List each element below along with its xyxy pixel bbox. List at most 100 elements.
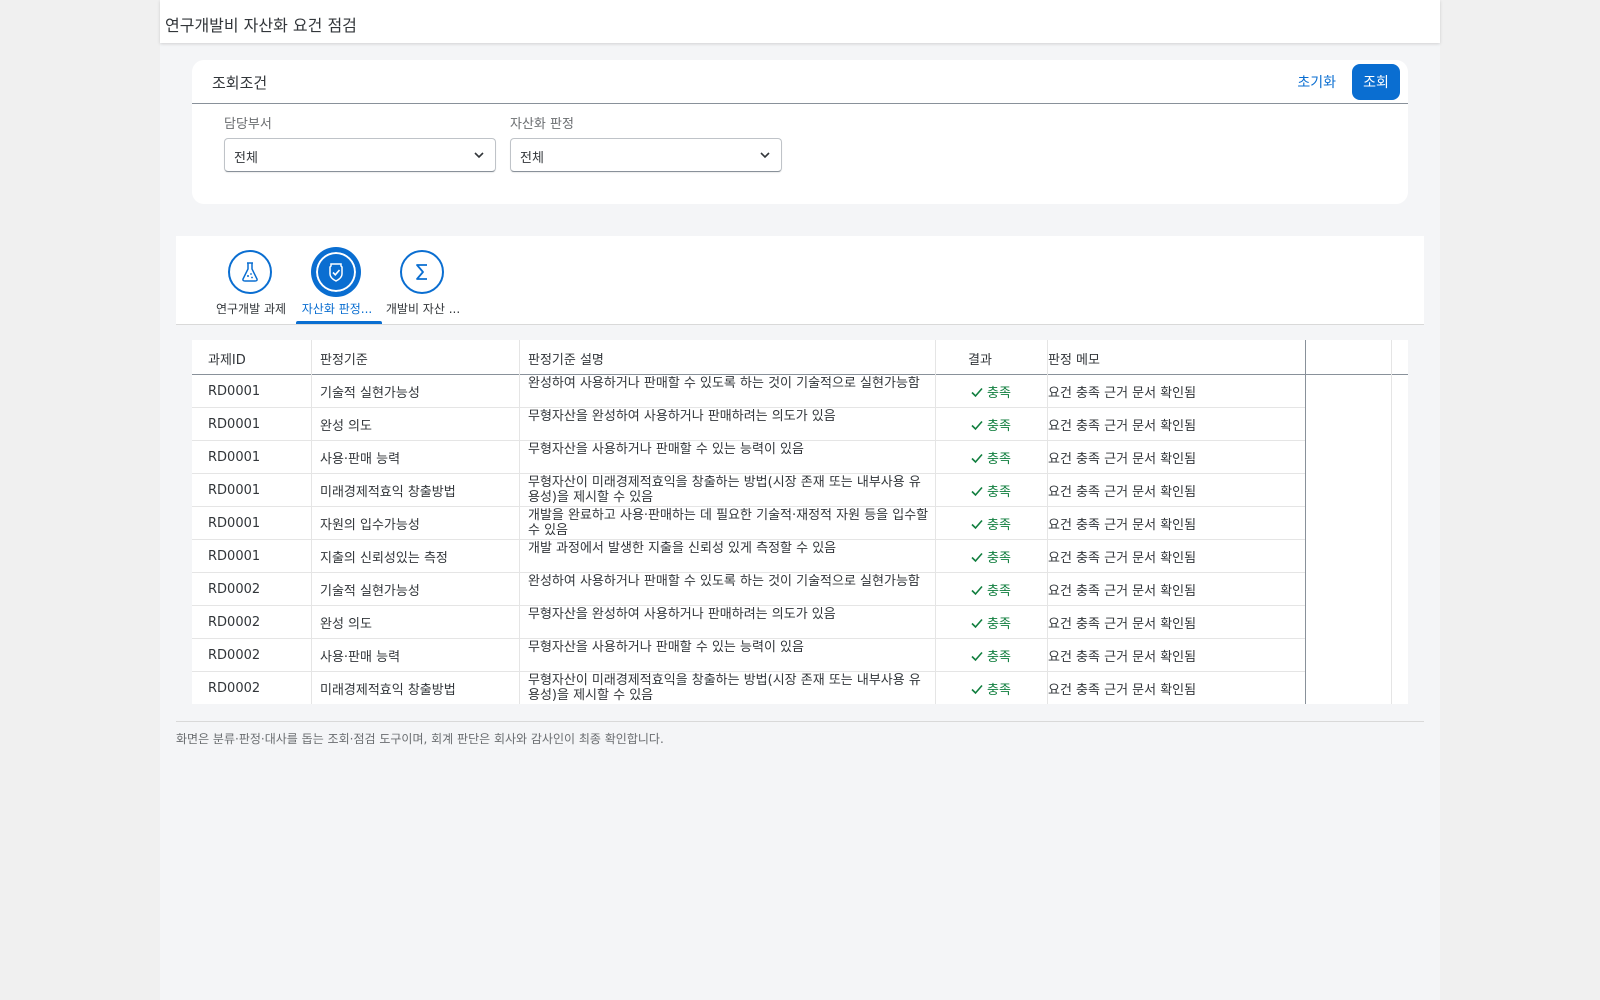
tab-development-assets[interactable]: 개발비 자산 ... <box>380 236 466 324</box>
cell-result: 충족 <box>970 382 1011 401</box>
cell-criterion: 자원의 입수가능성 <box>320 518 420 533</box>
cell-memo: 요건 충족 근거 문서 확인됨 <box>1048 617 1197 632</box>
result-text: 충족 <box>987 419 1011 434</box>
cell-memo: 요건 충족 근거 문서 확인됨 <box>1048 386 1197 401</box>
result-text: 충족 <box>987 485 1011 500</box>
column-header-criterion[interactable]: 판정기준 <box>320 349 368 368</box>
cell-result: 충족 <box>970 514 1011 533</box>
tab-label: 개발비 자산 ... <box>385 302 461 316</box>
cell-result: 충족 <box>970 547 1011 566</box>
tab-label: 자산화 판정... <box>301 302 373 316</box>
cell-description: 무형자산을 완성하여 사용하거나 판매하려는 의도가 있음 <box>528 607 836 622</box>
column-divider <box>1047 340 1048 704</box>
cell-criterion: 사용·판매 능력 <box>320 452 401 467</box>
cell-memo: 요건 충족 근거 문서 확인됨 <box>1048 485 1197 500</box>
cell-description: 무형자산을 사용하거나 판매할 수 있는 능력이 있음 <box>528 442 804 457</box>
column-divider <box>1305 340 1306 704</box>
cell-criterion: 완성 의도 <box>320 419 372 434</box>
result-text: 충족 <box>987 518 1011 533</box>
table-row[interactable]: RD0001 완성 의도 무형자산을 완성하여 사용하거나 판매하려는 의도가 있음… <box>192 407 1306 441</box>
table-row[interactable]: RD0001 사용·판매 능력 무형자산을 사용하거나 판매할 수 있는 능력이 있… <box>192 440 1306 474</box>
column-header-description[interactable]: 판정기준 설명 <box>528 349 604 368</box>
cell-memo: 요건 충족 근거 문서 확인됨 <box>1048 518 1197 533</box>
cell-project-id: RD0001 <box>208 516 261 531</box>
cell-project-id: RD0001 <box>208 384 261 399</box>
footer-divider <box>176 721 1424 722</box>
check-icon <box>971 486 983 497</box>
check-icon <box>971 618 983 629</box>
cell-criterion: 사용·판매 능력 <box>320 650 401 665</box>
check-icon <box>971 519 983 530</box>
cell-memo: 요건 충족 근거 문서 확인됨 <box>1048 419 1197 434</box>
tab-bar: 연구개발 과제 자산화 판정... 개발비 자산 ... <box>176 236 1424 325</box>
result-text: 충족 <box>987 650 1011 665</box>
check-icon <box>971 585 983 596</box>
cell-description: 무형자산을 사용하거나 판매할 수 있는 능력이 있음 <box>528 640 804 655</box>
cell-memo: 요건 충족 근거 문서 확인됨 <box>1048 683 1197 698</box>
cell-memo: 요건 충족 근거 문서 확인됨 <box>1048 584 1197 599</box>
reset-button[interactable]: 초기화 <box>1297 72 1336 92</box>
cell-description: 무형자산이 미래경제적효익을 창출하는 방법(시장 존재 또는 내부사용 유용성… <box>528 673 921 703</box>
column-header-result[interactable]: 결과 <box>968 349 992 368</box>
cell-description: 무형자산을 완성하여 사용하거나 판매하려는 의도가 있음 <box>528 409 836 424</box>
table-row[interactable]: RD0002 사용·판매 능력 무형자산을 사용하거나 판매할 수 있는 능력이 있… <box>192 638 1306 672</box>
cell-memo: 요건 충족 근거 문서 확인됨 <box>1048 551 1197 566</box>
cell-description: 개발 과정에서 발생한 지출을 신뢰성 있게 측정할 수 있음 <box>528 541 837 556</box>
cell-description: 무형자산이 미래경제적효익을 창출하는 방법(시장 존재 또는 내부사용 유용성… <box>528 475 921 505</box>
cell-description: 완성하여 사용하거나 판매할 수 있도록 하는 것이 기술적으로 실현가능함 <box>528 574 920 589</box>
result-text: 충족 <box>987 584 1011 599</box>
active-tab-indicator <box>296 321 382 324</box>
table-row[interactable]: RD0002 완성 의도 무형자산을 완성하여 사용하거나 판매하려는 의도가 있음… <box>192 605 1306 639</box>
cell-result: 충족 <box>970 481 1011 500</box>
column-header-project-id[interactable]: 과제ID <box>208 349 246 368</box>
cell-result: 충족 <box>970 415 1011 434</box>
tab-capitalization-judgement[interactable]: 자산화 판정... <box>294 236 382 324</box>
column-header-memo[interactable]: 판정 메모 <box>1048 349 1100 368</box>
judgement-select[interactable]: 전체 <box>510 138 782 172</box>
cell-project-id: RD0002 <box>208 615 261 630</box>
cell-project-id: RD0001 <box>208 483 261 498</box>
table-row[interactable]: RD0002 기술적 실현가능성 완성하여 사용하거나 판매할 수 있도록 하는 것… <box>192 572 1306 606</box>
chevron-down-icon <box>760 152 770 159</box>
cell-project-id: RD0001 <box>208 549 261 564</box>
cell-criterion: 지출의 신뢰성있는 측정 <box>320 551 448 566</box>
result-text: 충족 <box>987 386 1011 401</box>
tab-rd-projects[interactable]: 연구개발 과제 <box>208 236 294 324</box>
department-select-value: 전체 <box>234 151 258 166</box>
result-text: 충족 <box>987 617 1011 632</box>
table-row[interactable]: RD0001 지출의 신뢰성있는 측정 개발 과정에서 발생한 지출을 신뢰성 있게… <box>192 539 1306 573</box>
cell-result: 충족 <box>970 448 1011 467</box>
chevron-down-icon <box>474 152 484 159</box>
search-button[interactable]: 조회 <box>1352 64 1400 100</box>
filter-title: 조회조건 <box>212 74 268 92</box>
check-icon <box>971 552 983 563</box>
table-row[interactable]: RD0001 자원의 입수가능성 개발을 완료하고 사용·판매하는 데 필요한 기술… <box>192 506 1306 540</box>
top-bar: 연구개발비 자산화 요건 점검 <box>160 0 1440 43</box>
table-row[interactable]: RD0002 미래경제적효익 창출방법 무형자산이 미래경제적효익을 창출하는 방법… <box>192 671 1306 704</box>
table-row[interactable]: RD0001 기술적 실현가능성 완성하여 사용하거나 판매할 수 있도록 하는 것… <box>192 374 1306 408</box>
sigma-icon <box>400 250 444 294</box>
check-icon <box>971 420 983 431</box>
app-title: 연구개발비 자산화 요건 점검 <box>165 16 357 35</box>
tab-label: 연구개발 과제 <box>215 302 287 316</box>
cell-criterion: 미래경제적효익 창출방법 <box>320 485 456 500</box>
column-divider <box>1391 340 1392 704</box>
department-select[interactable]: 전체 <box>224 138 496 172</box>
cell-result: 충족 <box>970 613 1011 632</box>
cell-project-id: RD0001 <box>208 417 261 432</box>
table-row[interactable]: RD0001 미래경제적효익 창출방법 무형자산이 미래경제적효익을 창출하는 방법… <box>192 473 1306 507</box>
cell-result: 충족 <box>970 580 1011 599</box>
app-shell: 연구개발비 자산화 요건 점검 조회조건 초기화 조회 담당부서 전체 자산화 … <box>160 0 1440 1000</box>
cell-description: 개발을 완료하고 사용·판매하는 데 필요한 기술적·재정적 자원 등을 입수할… <box>528 508 929 538</box>
table-header: 과제ID 판정기준 판정기준 설명 결과 판정 메모 <box>192 340 1408 375</box>
cell-criterion: 기술적 실현가능성 <box>320 584 420 599</box>
cell-criterion: 미래경제적효익 창출방법 <box>320 683 456 698</box>
result-text: 충족 <box>987 452 1011 467</box>
check-icon <box>971 453 983 464</box>
column-divider <box>519 340 520 704</box>
cell-result: 충족 <box>970 679 1011 698</box>
filter-header: 조회조건 초기화 조회 <box>192 60 1408 104</box>
shield-check-icon <box>314 250 358 294</box>
check-icon <box>971 651 983 662</box>
column-divider <box>311 340 312 704</box>
